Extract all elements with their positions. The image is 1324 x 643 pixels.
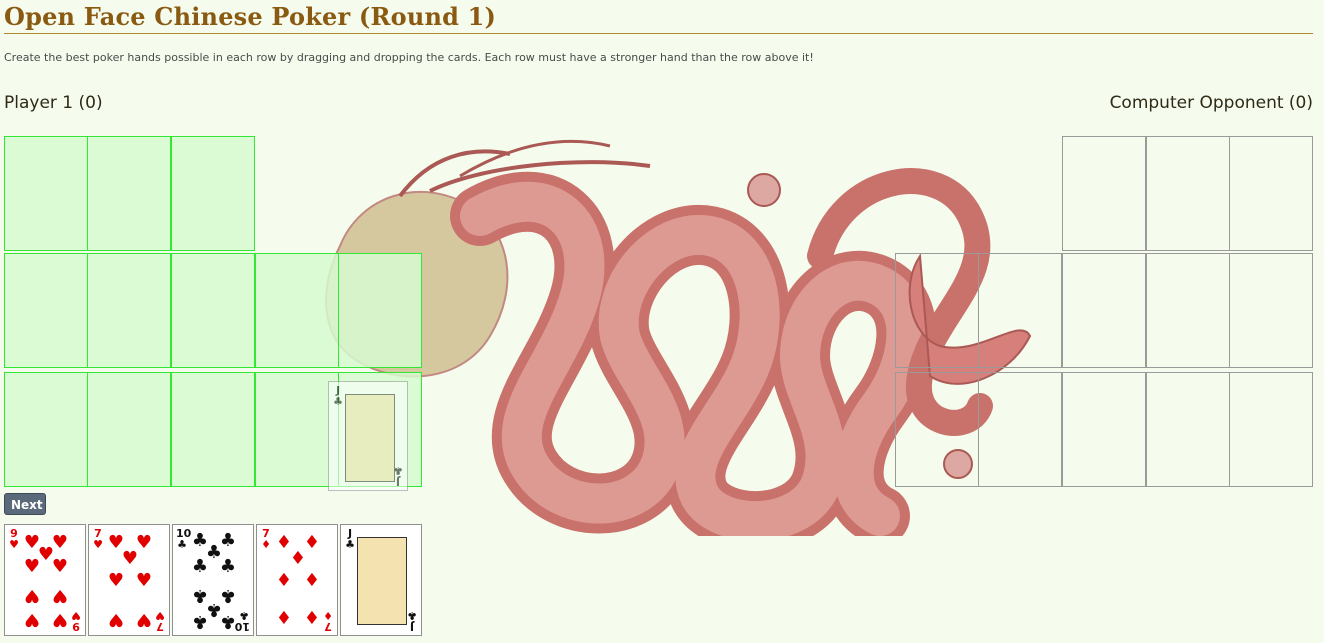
page-title: Open Face Chinese Poker (Round 1) bbox=[4, 2, 497, 31]
card-suit: ♦ bbox=[323, 609, 333, 622]
player-middle-slot-1[interactable] bbox=[4, 253, 88, 368]
card-suit: ♥ bbox=[93, 538, 103, 551]
player-bottom-slot-1[interactable] bbox=[4, 372, 88, 487]
opponent-middle-slot-2 bbox=[978, 253, 1062, 368]
opponent-top-slot-1 bbox=[1062, 136, 1146, 251]
heart-pip: ♥ bbox=[121, 548, 139, 569]
diamond-pip: ♦ bbox=[289, 548, 307, 569]
opponent-score-label: Computer Opponent (0) bbox=[1109, 93, 1313, 113]
card-suit: ♥ bbox=[9, 538, 19, 551]
jack-face-image bbox=[345, 394, 395, 482]
heart-pip: ♥ bbox=[135, 532, 153, 553]
club-pip: ♣ bbox=[219, 611, 237, 632]
opponent-middle-slot-5 bbox=[1229, 253, 1313, 368]
heart-pip: ♥ bbox=[51, 556, 69, 577]
player-top-slot-1[interactable] bbox=[4, 136, 88, 251]
title-divider bbox=[4, 33, 1313, 34]
card-suit: ♥ bbox=[155, 609, 165, 622]
card-suit: ♥ bbox=[71, 609, 81, 622]
player-middle-slot-5[interactable] bbox=[338, 253, 422, 368]
player-score-label: Player 1 (0) bbox=[4, 93, 103, 113]
diamond-pip: ♦ bbox=[303, 570, 321, 591]
opponent-middle-slot-1 bbox=[895, 253, 979, 368]
instructions-text: Create the best poker hands possible in … bbox=[4, 51, 814, 64]
card-suit: ♣ bbox=[177, 538, 187, 551]
hand-card-2[interactable]: 7 ♥ ♥ ♥ ♥ ♥ ♥ ♥ ♥ 7 ♥ bbox=[88, 524, 170, 636]
opponent-middle-slot-4 bbox=[1146, 253, 1230, 368]
opponent-top-slot-3 bbox=[1229, 136, 1313, 251]
heart-pip: ♥ bbox=[135, 570, 153, 591]
hand-card-3[interactable]: 10 ♣ ♣ ♣ ♣ ♣ ♣ ♣ ♣ ♣ ♣ ♣ 10 ♣ bbox=[172, 524, 254, 636]
diamond-pip: ♦ bbox=[275, 608, 293, 629]
hand-card-1[interactable]: 9 ♥ ♥ ♥ ♥ ♥ ♥ ♥ ♥ ♥ ♥ 9 ♥ bbox=[4, 524, 86, 636]
opponent-bottom-slot-4 bbox=[1146, 372, 1230, 487]
player-top-slot-2[interactable] bbox=[87, 136, 171, 251]
player-bottom-slot-4[interactable] bbox=[255, 372, 339, 487]
player-middle-slot-2[interactable] bbox=[87, 253, 171, 368]
card-suit: ♣ bbox=[333, 395, 343, 408]
card-suit: ♣ bbox=[407, 609, 417, 622]
heart-pip: ♥ bbox=[107, 570, 125, 591]
card-suit: ♦ bbox=[261, 538, 271, 551]
hand-card-4[interactable]: 7 ♦ ♦ ♦ ♦ ♦ ♦ ♦ ♦ 7 ♦ bbox=[256, 524, 338, 636]
dragging-card[interactable]: J ♣ J ♣ bbox=[328, 381, 408, 491]
player-bottom-slot-3[interactable] bbox=[171, 372, 255, 487]
diamond-pip: ♦ bbox=[303, 608, 321, 629]
heart-pip: ♥ bbox=[107, 609, 125, 630]
player-middle-slot-4[interactable] bbox=[255, 253, 339, 368]
card-suit: ♣ bbox=[393, 464, 403, 477]
card-suit: ♣ bbox=[239, 609, 249, 622]
opponent-top-slot-2 bbox=[1146, 136, 1230, 251]
hand-area: 9 ♥ ♥ ♥ ♥ ♥ ♥ ♥ ♥ ♥ ♥ 9 ♥ 7 ♥ ♥ ♥ ♥ ♥ ♥ ♥ ♥… bbox=[4, 522, 422, 638]
diamond-pip: ♦ bbox=[275, 570, 293, 591]
opponent-bottom-slot-2 bbox=[978, 372, 1062, 487]
card-suit: ♣ bbox=[345, 538, 355, 551]
heart-pip: ♥ bbox=[23, 609, 41, 630]
opponent-bottom-slot-1 bbox=[895, 372, 979, 487]
player-top-slot-3[interactable] bbox=[171, 136, 255, 251]
jack-face-image bbox=[357, 537, 407, 625]
diamond-pip: ♦ bbox=[303, 532, 321, 553]
hand-card-5[interactable]: J ♣ J ♣ bbox=[340, 524, 422, 636]
club-pip: ♣ bbox=[219, 556, 237, 577]
player-bottom-slot-2[interactable] bbox=[87, 372, 171, 487]
heart-pip: ♥ bbox=[51, 609, 69, 630]
club-pip: ♣ bbox=[191, 556, 209, 577]
next-button[interactable]: Next bbox=[4, 493, 46, 515]
heart-pip: ♥ bbox=[51, 585, 69, 606]
heart-pip: ♥ bbox=[37, 544, 55, 565]
player-middle-slot-3[interactable] bbox=[171, 253, 255, 368]
club-pip: ♣ bbox=[191, 611, 209, 632]
heart-pip: ♥ bbox=[51, 532, 69, 553]
heart-pip: ♥ bbox=[23, 585, 41, 606]
club-pip: ♣ bbox=[219, 585, 237, 606]
opponent-bottom-slot-3 bbox=[1062, 372, 1146, 487]
opponent-middle-slot-3 bbox=[1062, 253, 1146, 368]
club-pip: ♣ bbox=[219, 530, 237, 551]
heart-pip: ♥ bbox=[135, 609, 153, 630]
opponent-bottom-slot-5 bbox=[1229, 372, 1313, 487]
